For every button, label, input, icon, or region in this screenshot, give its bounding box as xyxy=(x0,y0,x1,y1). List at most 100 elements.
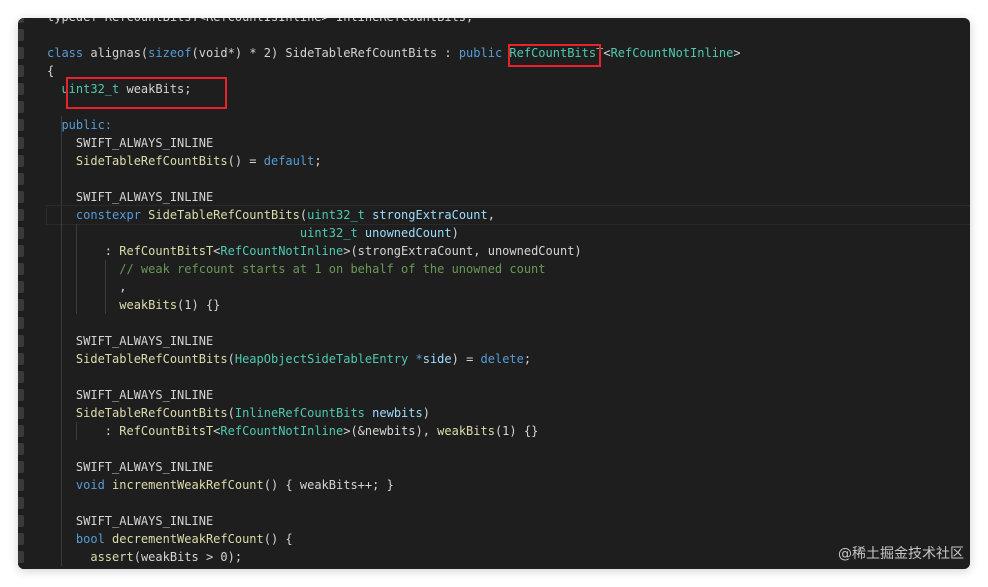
code-line: SWIFT_ALWAYS_INLINE xyxy=(47,188,970,206)
line-number-marker xyxy=(18,101,24,113)
code-token: ( xyxy=(227,352,235,366)
code-line xyxy=(47,440,970,458)
code-token: SideTableRefCountBits xyxy=(75,154,228,168)
line-number-marker xyxy=(18,173,24,185)
indent-guide xyxy=(104,260,106,278)
watermark: @稀土掘金技术社区 xyxy=(838,546,964,562)
line-number-marker xyxy=(18,461,24,473)
code-token: public xyxy=(458,46,510,60)
code-line: constexpr SideTableRefCountBits(uint32_t… xyxy=(46,205,970,225)
line-number-marker xyxy=(18,155,24,167)
indent-guide xyxy=(61,152,63,170)
code-token: SWIFT_ALWAYS_INLINE xyxy=(47,136,214,150)
line-number-marker xyxy=(18,533,24,545)
code-line: SideTableRefCountBits() = default; xyxy=(47,152,970,170)
code-token: RefCountBitsT xyxy=(119,244,214,258)
line-number-marker xyxy=(18,515,24,527)
line-number-marker xyxy=(18,353,24,365)
code-line: // weak refcount starts at 1 on behalf o… xyxy=(47,260,970,278)
code-token: assert xyxy=(90,550,134,564)
code-token: RefCountNotInline xyxy=(220,424,344,438)
indent-guide xyxy=(61,206,63,224)
code-token: strongExtraCount xyxy=(372,208,488,222)
code-token: SWIFT_ALWAYS_INLINE xyxy=(47,514,214,528)
indent-guide xyxy=(61,512,63,530)
indent-guide xyxy=(61,242,63,260)
code-line: void incrementWeakRefCount() { weakBits+… xyxy=(47,476,970,494)
code-token: () { xyxy=(263,532,293,546)
code-token: // weak refcount starts at 1 on behalf o… xyxy=(119,262,546,276)
code-line xyxy=(47,494,970,512)
code-token: RefCountNotInline xyxy=(610,46,734,60)
code-token: { xyxy=(47,64,55,78)
code-token: (void*) * 2) SideTableRefCountBits : xyxy=(191,46,459,60)
indent-guide xyxy=(61,458,63,476)
code-token: , xyxy=(47,280,127,294)
code-token: class xyxy=(47,46,91,60)
code-token: () { weakBits++; } xyxy=(263,478,394,492)
line-number-marker xyxy=(18,299,24,311)
line-number-marker xyxy=(18,551,24,563)
indent-guide xyxy=(61,476,63,494)
code-token: uint32_t xyxy=(307,208,373,222)
line-number-marker xyxy=(18,407,24,419)
indent-guide xyxy=(75,242,77,260)
code-token: RefCountBitsT xyxy=(119,424,214,438)
code-token: ) xyxy=(422,406,430,420)
indent-guide xyxy=(61,386,63,404)
code-line: uint32_t weakBits; xyxy=(47,80,970,98)
code-line: public: xyxy=(47,116,970,134)
indent-guide xyxy=(61,440,63,458)
indent-guide xyxy=(61,296,63,314)
code-token: , xyxy=(487,208,495,222)
line-number-marker xyxy=(18,83,24,95)
code-token: constexpr xyxy=(75,208,149,222)
code-token: weakBits xyxy=(119,298,178,312)
indent-guide xyxy=(75,278,77,296)
code-line: : RefCountBitsT<RefCountNotInline>(&newb… xyxy=(47,422,970,440)
code-editor[interactable]: typedef RefCountBitsT<RefCountIsInline> … xyxy=(18,18,970,569)
line-number-marker xyxy=(18,227,24,239)
indent-guide xyxy=(61,116,63,134)
code-token: sizeof xyxy=(148,46,192,60)
code-token: SideTableRefCountBits xyxy=(75,406,228,420)
line-number-marker xyxy=(18,263,24,275)
indent-guide xyxy=(61,224,63,242)
code-area[interactable]: typedef RefCountBitsT<RefCountIsInline> … xyxy=(46,18,970,566)
line-number-marker xyxy=(18,371,24,383)
line-number-marker xyxy=(18,119,24,131)
code-token: >(strongExtraCount, unownedCount) xyxy=(343,244,582,258)
code-line: SWIFT_ALWAYS_INLINE xyxy=(47,386,970,404)
code-line: uint32_t unownedCount) xyxy=(47,224,970,242)
code-token: alignas( xyxy=(90,46,149,60)
code-line: assert(weakBits > 0); xyxy=(47,548,970,566)
line-number-marker xyxy=(18,479,24,491)
code-token: weakBits xyxy=(437,424,495,438)
code-token: weakBits; xyxy=(119,82,192,96)
code-token: () = xyxy=(227,154,264,168)
line-number-marker xyxy=(18,137,24,149)
line-number-marker xyxy=(18,65,24,77)
code-line: , xyxy=(47,278,970,296)
code-token: * xyxy=(415,352,423,366)
code-token: < xyxy=(603,46,611,60)
indent-guide xyxy=(61,260,63,278)
line-number-marker xyxy=(18,317,24,329)
code-line: { xyxy=(47,62,970,80)
indent-guide xyxy=(61,422,63,440)
indent-guide xyxy=(61,134,63,152)
code-token: (weakBits > 0); xyxy=(133,550,243,564)
indent-guide xyxy=(75,296,77,314)
line-number-marker xyxy=(18,191,24,203)
code-line: SideTableRefCountBits(InlineRefCountBits… xyxy=(47,404,970,422)
code-token: default xyxy=(263,154,315,168)
indent-guide xyxy=(75,224,77,242)
code-token: incrementWeakRefCount xyxy=(112,478,264,492)
line-number-marker xyxy=(18,29,24,41)
